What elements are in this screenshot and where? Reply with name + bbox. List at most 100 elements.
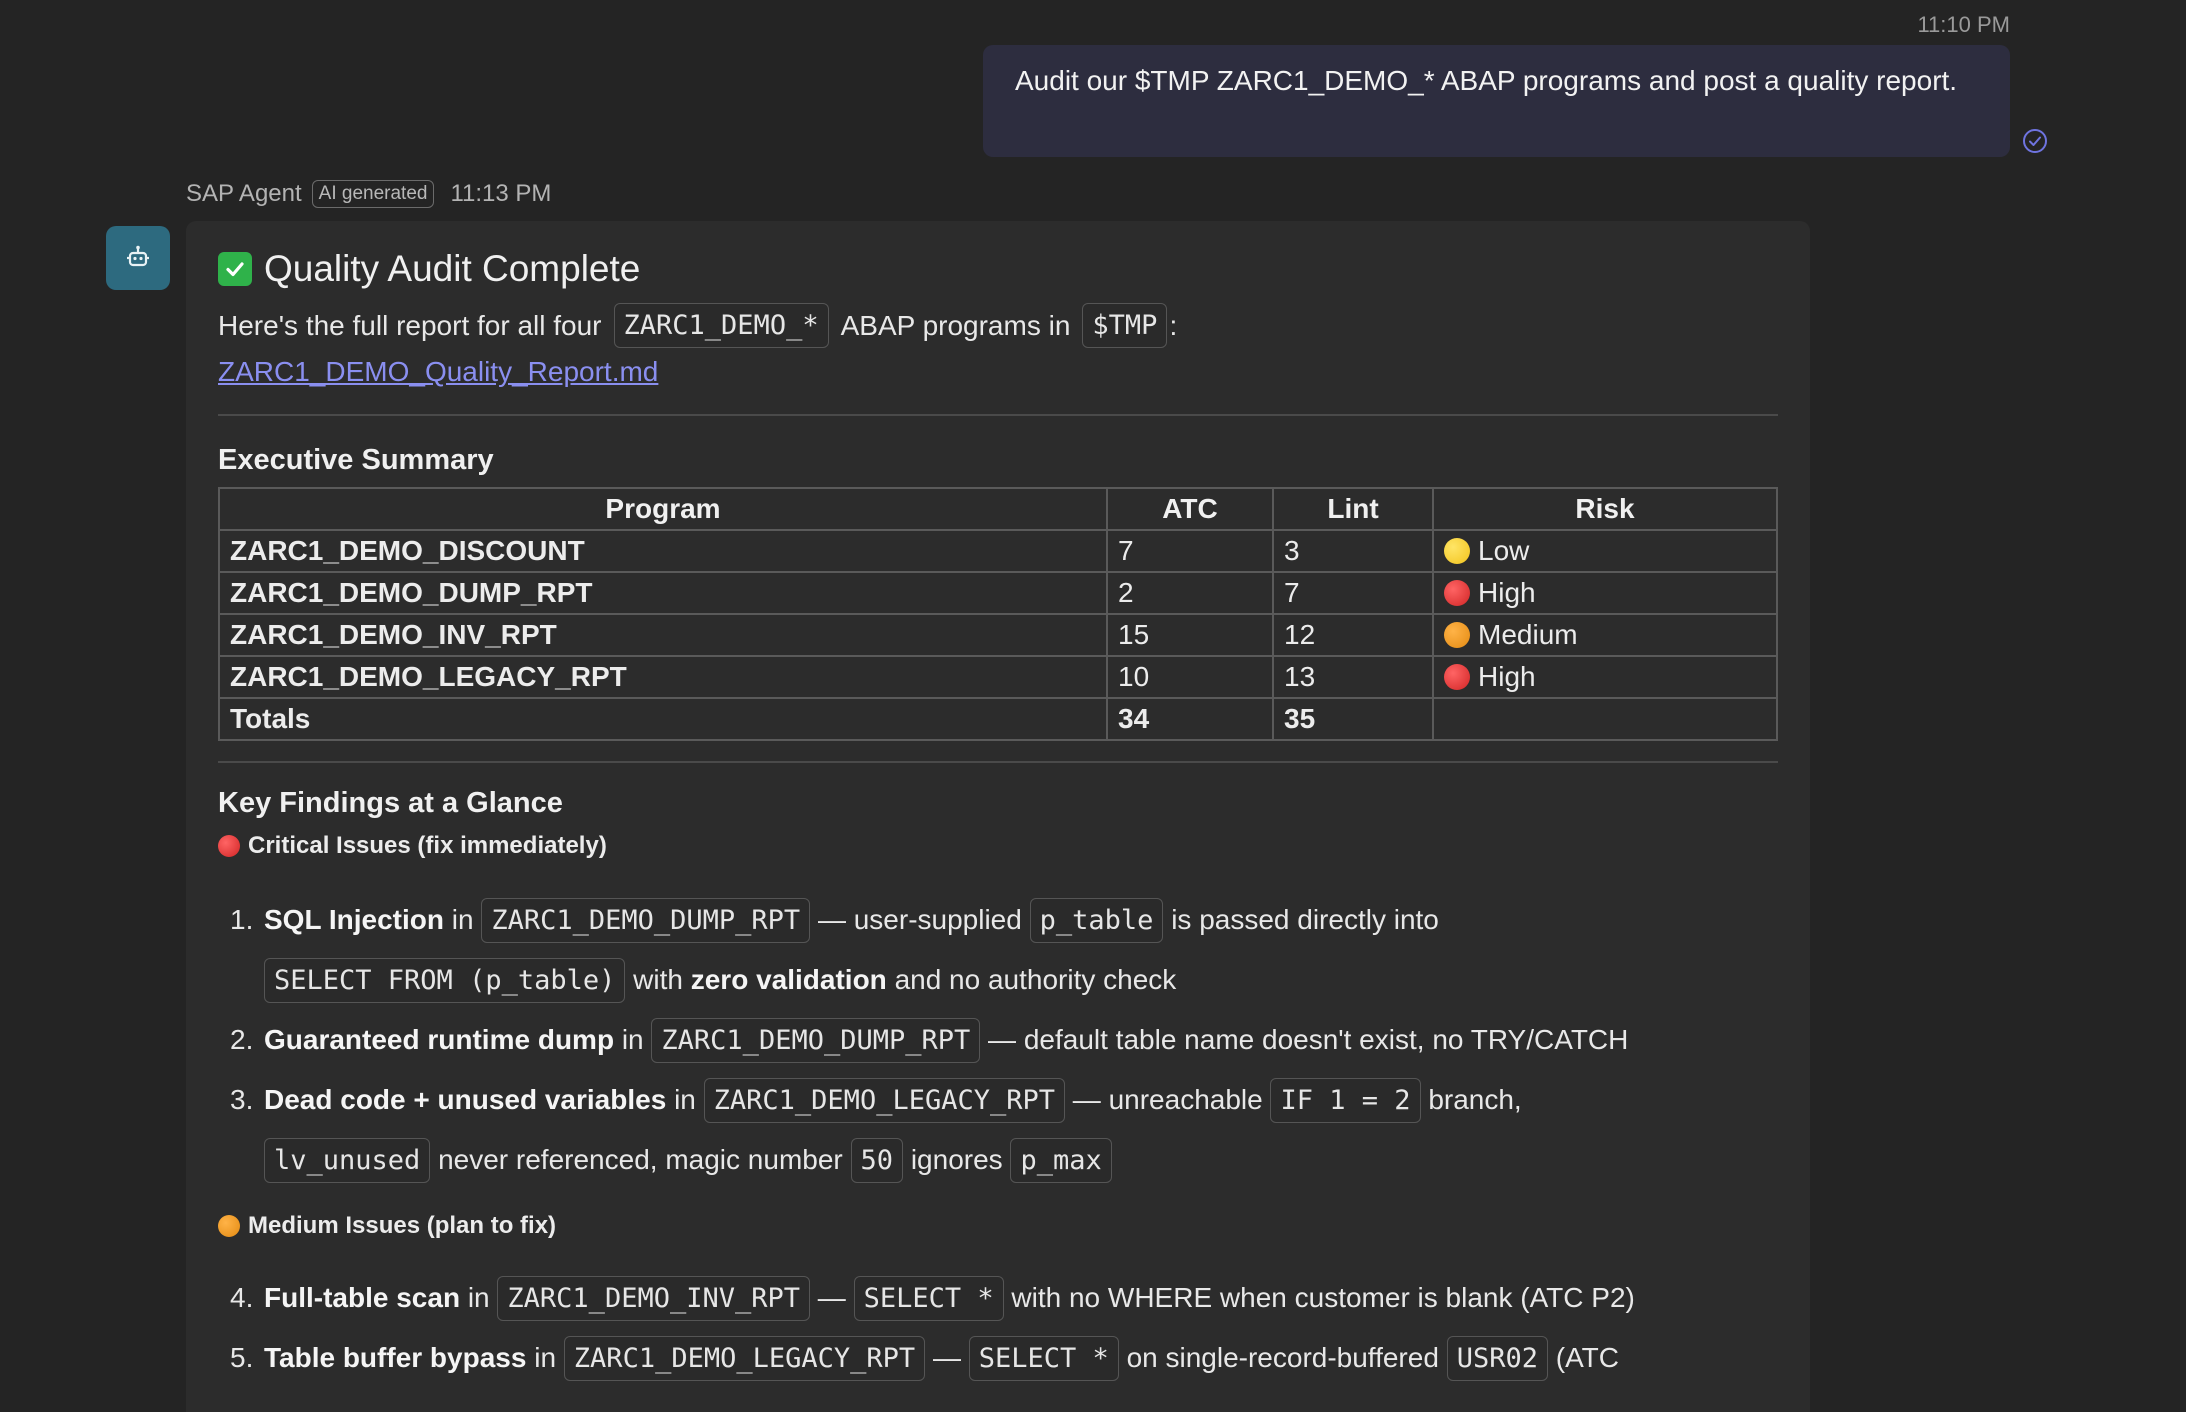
medium-issues-label: Medium Issues (plan to fix) [248,1212,557,1240]
finding-text: in [534,1342,557,1374]
intro-text: ABAP programs in [840,309,1071,341]
finding-text: — [817,1282,846,1314]
finding-text: — unreachable [1072,1084,1263,1116]
atc-total: 34 [1106,697,1274,742]
agent-message-time: 11:13 PM [450,180,552,207]
finding-title: Table buffer bypass [264,1342,527,1374]
chat-view: 11:10 PM Audit our $TMP ZARC1_DEMO_* ABA… [0,0,2186,1412]
finding-text: (ATC [1555,1342,1619,1374]
red-circle-icon [218,835,240,858]
inline-code: ZARC1_DEMO_* [613,303,829,349]
finding-text: in [621,1024,644,1056]
agent-avatar[interactable] [106,226,170,290]
inline-code: ZARC1_DEMO_DUMP_RPT [651,1018,981,1064]
finding-item: 2. Guaranteed runtime dump in ZARC1_DEMO… [230,1010,1778,1070]
user-message-text: Audit our $TMP ZARC1_DEMO_* ABAP program… [1015,65,1958,96]
risk-cell: Medium [1432,613,1778,658]
critical-findings-list: 1. SQL Injection in ZARC1_DEMO_DUMP_RPT … [230,890,1778,1190]
inline-code: SELECT FROM (p_table) [264,958,626,1004]
inline-code: IF 1 = 2 [1270,1078,1421,1124]
atc-cell: 7 [1106,529,1274,574]
orange-circle-icon [1444,622,1470,649]
divider [218,761,1778,764]
medium-issues-heading: Medium Issues (plan to fix) [218,1212,1778,1240]
finding-title: SQL Injection [264,904,444,936]
column-header-lint: Lint [1272,487,1434,532]
finding-text: branch, [1428,1084,1522,1116]
finding-title: Guaranteed runtime dump [264,1024,615,1056]
inline-code: SELECT * [853,1276,1004,1322]
finding-text: never referenced, magic number [438,1144,843,1176]
orange-circle-icon [218,1215,240,1238]
finding-text: ignores [910,1144,1003,1176]
finding-text: on single-record-buffered [1126,1342,1439,1374]
table-header-row: Program ATC Lint Risk [218,487,1778,532]
program-cell: ZARC1_DEMO_INV_RPT [218,613,1108,658]
agent-message-header: SAP Agent AI generated 11:13 PM [186,180,551,208]
column-header-program: Program [218,487,1108,532]
risk-cell: High [1432,571,1778,616]
finding-title: Full-table scan [264,1282,461,1314]
finding-text: — [932,1342,961,1374]
finding-text: — default table name doesn't exist, no T… [988,1024,1629,1056]
inline-code: USR02 [1446,1336,1548,1382]
lint-cell: 12 [1272,613,1434,658]
column-header-atc: ATC [1106,487,1274,532]
lint-cell: 7 [1272,571,1434,616]
user-message-bubble: Audit our $TMP ZARC1_DEMO_* ABAP program… [983,45,2010,157]
inline-code: p_table [1029,898,1164,944]
table-row: ZARC1_DEMO_INV_RPT 15 12 Medium [218,613,1778,658]
finding-item: 1. SQL Injection in ZARC1_DEMO_DUMP_RPT … [230,890,1778,1010]
finding-number: 3. [230,1084,254,1116]
finding-title: Dead code + unused variables [264,1084,667,1116]
inline-code: lv_unused [264,1138,431,1184]
lint-cell: 3 [1272,529,1434,574]
inline-code: ZARC1_DEMO_INV_RPT [497,1276,811,1322]
inline-code: ZARC1_DEMO_LEGACY_RPT [563,1336,926,1382]
table-row: ZARC1_DEMO_DUMP_RPT 2 7 High [218,571,1778,616]
inline-code: ZARC1_DEMO_LEGACY_RPT [703,1078,1066,1124]
key-findings-heading: Key Findings at a Glance [218,787,563,820]
column-header-risk: Risk [1432,487,1778,532]
report-file-link[interactable]: ZARC1_DEMO_Quality_Report.md [218,356,1778,388]
program-cell: ZARC1_DEMO_DISCOUNT [218,529,1108,574]
finding-text: — user-supplied [817,904,1022,936]
risk-label: Medium [1478,619,1578,651]
lint-cell: 13 [1272,655,1434,700]
atc-cell: 15 [1106,613,1274,658]
red-circle-icon [1444,580,1470,607]
critical-issues-label: Critical Issues (fix immediately) [248,832,607,860]
agent-name: SAP Agent [186,180,302,207]
inline-code: SELECT * [968,1336,1119,1382]
report-intro: Here's the full report for all four ZARC… [218,303,1778,349]
inline-code: p_max [1010,1138,1112,1184]
agent-message-card: Quality Audit Complete Here's the full r… [186,221,1810,1412]
divider [218,414,1778,417]
critical-issues-heading: Critical Issues (fix immediately) [218,832,1778,860]
inline-code: 50 [850,1138,904,1184]
finding-item: 4. Full-table scan in ZARC1_DEMO_INV_RPT… [230,1268,1778,1328]
risk-label: High [1478,577,1536,609]
totals-label: Totals [218,697,1108,742]
finding-emphasis: zero validation [690,964,887,996]
yellow-circle-icon [1444,538,1470,565]
table-row: ZARC1_DEMO_DISCOUNT 7 3 Low [218,529,1778,574]
report-title-row: Quality Audit Complete [218,245,1778,293]
robot-icon [127,245,149,267]
intro-text: : [1169,309,1178,341]
finding-number: 2. [230,1024,254,1056]
finding-text: in [467,1282,490,1314]
intro-text: Here's the full report for all four [218,309,602,341]
ai-generated-badge: AI generated [311,180,435,208]
atc-cell: 2 [1106,571,1274,616]
medium-findings-list: 4. Full-table scan in ZARC1_DEMO_INV_RPT… [230,1268,1778,1388]
check-mark-icon [218,252,252,286]
finding-number: 1. [230,904,254,936]
finding-text: in [451,904,474,936]
finding-text: is passed directly into [1171,904,1439,936]
risk-cell: High [1432,655,1778,700]
summary-table: Program ATC Lint Risk ZARC1_DEMO_DISCOUN… [218,487,1778,742]
red-circle-icon [1444,664,1470,691]
finding-number: 5. [230,1342,254,1374]
table-row: ZARC1_DEMO_LEGACY_RPT 10 13 High [218,655,1778,700]
